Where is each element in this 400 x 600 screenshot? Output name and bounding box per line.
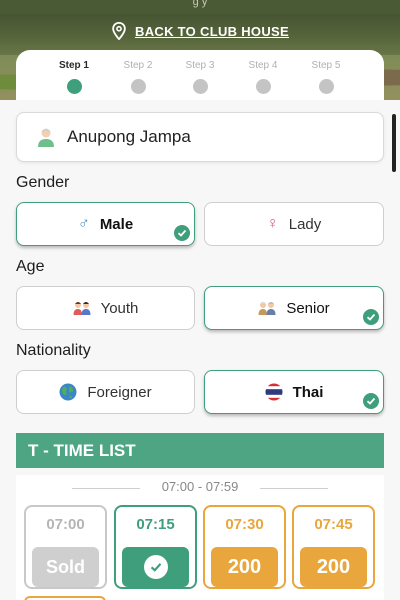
option-label: Senior xyxy=(286,299,330,317)
player-name-field[interactable]: Anupong Jampa xyxy=(16,112,384,162)
step-dot xyxy=(255,79,271,94)
step-dot xyxy=(318,79,334,94)
ttime-slot-next-partial[interactable] xyxy=(24,596,106,600)
step-dot xyxy=(66,79,82,94)
slot-status: Sold xyxy=(32,547,99,587)
step-dot xyxy=(130,79,146,94)
step-dot xyxy=(192,79,208,94)
option-label: Thai xyxy=(292,383,324,401)
nationality-option-thai[interactable]: Thai xyxy=(204,370,384,414)
slot-price: 200 xyxy=(211,547,278,587)
ttime-range: 07:00 - 07:59 xyxy=(16,479,384,494)
gender-option-male[interactable]: ♂ Male xyxy=(16,202,195,246)
youth-icon xyxy=(73,302,91,315)
age-option-youth[interactable]: Youth xyxy=(16,286,195,330)
male-symbol-icon: ♂ xyxy=(77,215,90,232)
step-label: Step 4 xyxy=(248,60,278,71)
step-label: Step 3 xyxy=(185,60,215,71)
check-icon xyxy=(143,555,168,579)
globe-icon xyxy=(59,383,77,401)
option-label: Foreigner xyxy=(87,383,152,401)
gender-option-lady[interactable]: ♀ Lady xyxy=(204,202,384,246)
ttime-slot-0730[interactable]: 07:30 200 xyxy=(203,505,286,589)
booking-form: Anupong Jampa Gender ♂ Male ♀ Lady Age Y… xyxy=(0,100,400,600)
slot-time: 07:30 xyxy=(225,516,264,533)
step-4[interactable]: Step 4 xyxy=(233,60,293,94)
step-label: Step 2 xyxy=(123,60,153,71)
slot-time: 07:15 xyxy=(136,516,175,533)
step-label: Step 5 xyxy=(311,60,341,71)
nationality-title: Nationality xyxy=(16,342,91,359)
ttime-slot-0700: 07:00 Sold xyxy=(24,505,107,589)
option-label: Youth xyxy=(100,299,139,317)
option-label: Male xyxy=(99,215,134,233)
person-icon xyxy=(38,128,54,147)
female-symbol-icon: ♀ xyxy=(266,215,279,232)
slot-price: 200 xyxy=(300,547,367,587)
ttime-panel: 07:00 - 07:59 07:00 Sold 07:15 07:30 200… xyxy=(16,475,384,600)
age-title: Age xyxy=(16,258,45,275)
age-option-senior[interactable]: Senior xyxy=(204,286,384,330)
slot-status-selected xyxy=(122,547,189,587)
option-label: Lady xyxy=(288,215,322,233)
gender-title: Gender xyxy=(16,174,70,191)
player-name: Anupong Jampa xyxy=(67,127,191,146)
step-3[interactable]: Step 3 xyxy=(170,60,230,94)
check-icon xyxy=(363,309,379,325)
senior-icon xyxy=(258,302,276,315)
nationality-option-foreigner[interactable]: Foreigner xyxy=(16,370,195,414)
thai-flag-icon xyxy=(265,383,283,401)
scrollbar[interactable] xyxy=(392,114,396,172)
header-caption: g y xyxy=(192,0,208,8)
step-2[interactable]: Step 2 xyxy=(108,60,168,94)
slot-time: 07:45 xyxy=(314,516,353,533)
step-1[interactable]: Step 1 xyxy=(44,60,104,94)
back-link-label: BACK TO CLUB HOUSE xyxy=(135,23,289,39)
slot-time: 07:00 xyxy=(46,516,85,533)
ttime-list-header: T - TIME LIST xyxy=(16,433,384,468)
step-progress: Step 1 Step 2 Step 3 Step 4 Step 5 xyxy=(16,50,384,100)
ttime-slot-0715[interactable]: 07:15 xyxy=(114,505,197,589)
step-5[interactable]: Step 5 xyxy=(296,60,356,94)
back-to-clubhouse-link[interactable]: BACK TO CLUB HOUSE xyxy=(0,22,400,40)
check-icon xyxy=(363,393,379,409)
check-icon xyxy=(174,225,190,241)
ttime-slot-0745[interactable]: 07:45 200 xyxy=(292,505,375,589)
step-label: Step 1 xyxy=(58,60,89,71)
location-pin-icon xyxy=(112,22,126,40)
